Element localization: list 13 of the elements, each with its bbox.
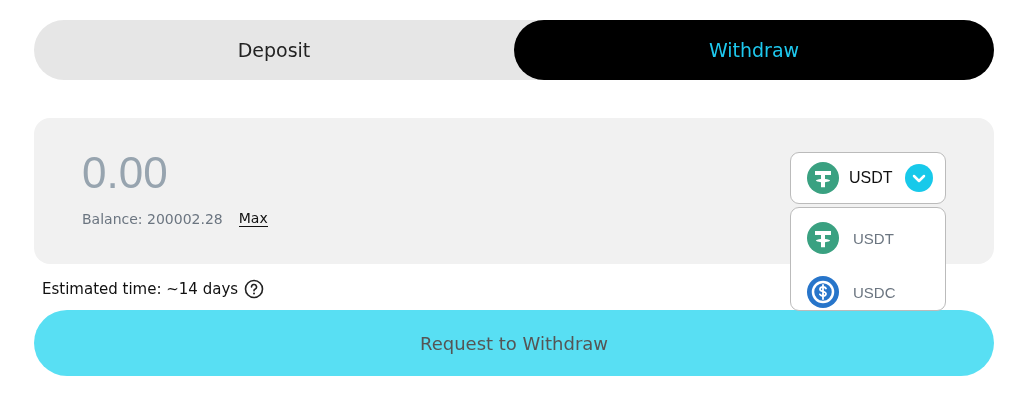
coin-icon: [807, 276, 839, 308]
amount-field[interactable]: 0.00: [82, 148, 382, 198]
coin-icon: [807, 222, 839, 254]
balance-text: Balance: 200002.28: [82, 210, 223, 227]
tab[interactable]: Withdraw: [514, 20, 994, 80]
token-select[interactable]: USDT: [790, 152, 946, 204]
coin-icon: [807, 162, 839, 194]
token-option[interactable]: USDT: [791, 215, 945, 261]
estimated-time-text: Estimated time: ~14 days: [42, 280, 239, 298]
max-link[interactable]: Max: [238, 210, 268, 227]
help-icon[interactable]: [244, 279, 265, 299]
request-withdraw-button[interactable]: Request to Withdraw: [34, 310, 994, 376]
tab[interactable]: Deposit: [34, 20, 514, 80]
